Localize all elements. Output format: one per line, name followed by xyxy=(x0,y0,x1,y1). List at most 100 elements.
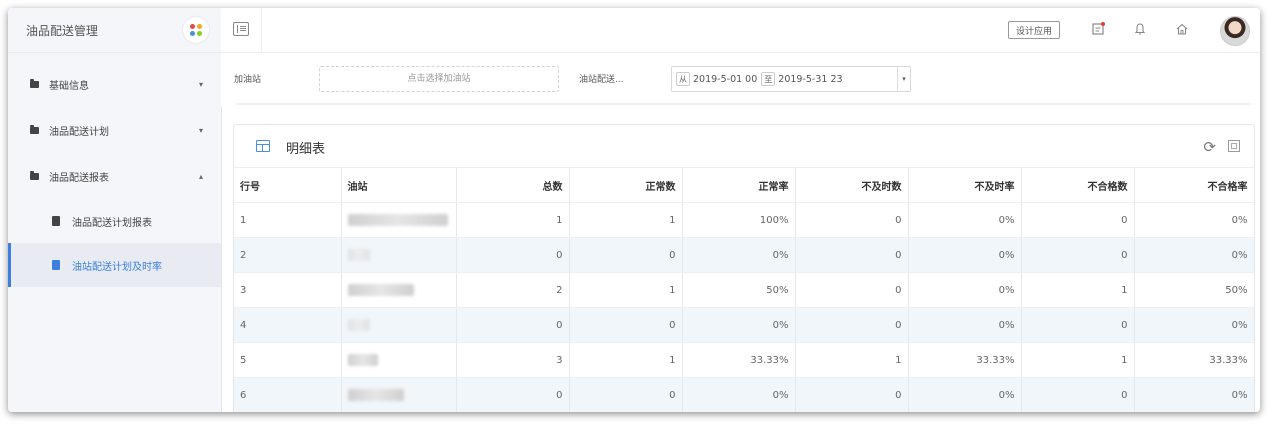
table-row[interactable]: 4 0 0 0% 0 0% 0 0% xyxy=(234,307,1254,343)
station-name-redacted xyxy=(341,272,457,308)
table-cell: 100% xyxy=(682,202,796,238)
divider xyxy=(261,8,262,52)
table-cell: 4 xyxy=(234,307,342,343)
table-cell: 0% xyxy=(682,237,796,273)
sidebar-subitem-plan-report[interactable]: 油品配送计划报表 xyxy=(8,199,221,243)
table-cell: 0 xyxy=(795,237,909,273)
column-header[interactable]: 不及时数 xyxy=(795,168,909,203)
sidebar-header: 油品配送管理 xyxy=(8,8,221,53)
sidebar-subitem-label: 油站配送计划及时率 xyxy=(72,261,162,273)
table-row[interactable]: 6 0 0 0% 0 0% 0 0% xyxy=(234,377,1254,412)
table-cell: 0% xyxy=(682,377,796,412)
table-cell: 0% xyxy=(682,307,796,343)
app-title: 油品配送管理 xyxy=(26,23,99,38)
table-cell: 3 xyxy=(456,342,570,378)
chevron-up-icon: ▴ xyxy=(198,171,203,181)
chevron-down-icon: ▾ xyxy=(198,79,203,89)
top-bar: 设计应用 xyxy=(221,8,1260,53)
column-header[interactable]: 油站 xyxy=(341,168,457,203)
design-app-button[interactable]: 设计应用 xyxy=(1007,21,1060,39)
station-select-input[interactable]: 点击选择加油站 xyxy=(319,66,559,92)
home-icon[interactable] xyxy=(1174,22,1190,38)
panel-header: 明细表 ⟳ xyxy=(234,125,1254,168)
sidebar-item-delivery-report[interactable]: 油品配送报表 ▴ xyxy=(8,153,221,199)
refresh-icon[interactable]: ⟳ xyxy=(1203,138,1216,156)
table-cell: 0 xyxy=(795,202,909,238)
table-cell: 0 xyxy=(569,237,683,273)
sidebar-menu: 基础信息 ▾ 油品配送计划 ▾ 油品配送报表 ▴ 油品配送计划报表 油站配送计划… xyxy=(8,53,221,287)
sidebar-subitem-timeliness-rate[interactable]: 油站配送计划及时率 xyxy=(8,243,221,287)
table-cell: 0 xyxy=(569,307,683,343)
from-tag: 从 xyxy=(676,72,690,86)
chevron-down-icon[interactable]: ▾ xyxy=(897,67,910,91)
table-cell: 0 xyxy=(456,377,570,412)
table-row[interactable]: 1 1 1 100% 0 0% 0 0% xyxy=(234,202,1254,238)
table-cell: 50% xyxy=(682,272,796,308)
report-icon xyxy=(52,216,60,226)
table-cell: 3 xyxy=(234,272,342,308)
table-header-row: 行号 油站 总数 正常数 正常率 不及时数 不及时率 不合格数 不合格率 xyxy=(234,168,1254,203)
folder-icon xyxy=(30,124,39,134)
detail-table-panel: 明细表 ⟳ 行号 油站 总数 正常数 正常率 不及时数 不及时率 不合格数 不合… xyxy=(233,124,1255,412)
sidebar-item-basic-info[interactable]: 基础信息 ▾ xyxy=(8,61,221,107)
date-range-label: 油站配送... xyxy=(579,75,624,85)
station-name-redacted xyxy=(341,237,457,273)
sidebar-item-label: 基础信息 xyxy=(49,80,89,92)
fullscreen-icon[interactable] xyxy=(1228,140,1240,152)
divider xyxy=(236,103,1250,105)
table-cell: 33.33% xyxy=(682,342,796,378)
sidebar-item-label: 油品配送计划 xyxy=(49,126,109,138)
sidebar: 油品配送管理 基础信息 ▾ 油品配送计划 ▾ 油品配送报表 ▴ 油品配送计划报表… xyxy=(8,8,222,412)
sidebar-item-delivery-plan[interactable]: 油品配送计划 ▾ xyxy=(8,107,221,153)
table-cell: 0 xyxy=(569,377,683,412)
station-label: 加油站 xyxy=(234,75,262,85)
table-cell: 0 xyxy=(1021,377,1135,412)
table-cell: 0 xyxy=(456,237,570,273)
table-cell: 0% xyxy=(908,202,1022,238)
sidebar-subitem-label: 油品配送计划报表 xyxy=(72,217,152,229)
table-cell: 1 xyxy=(569,272,683,308)
notification-board-icon[interactable] xyxy=(1090,22,1106,38)
column-header[interactable]: 正常率 xyxy=(682,168,796,203)
column-header[interactable]: 不合格率 xyxy=(1134,168,1254,203)
table-cell: 2 xyxy=(234,237,342,273)
table-cell: 0 xyxy=(1021,237,1135,273)
table-cell: 1 xyxy=(1021,342,1135,378)
bell-icon[interactable] xyxy=(1132,22,1148,38)
detail-table: 行号 油站 总数 正常数 正常率 不及时数 不及时率 不合格数 不合格率 1 1… xyxy=(234,168,1254,412)
table-cell: 33.33% xyxy=(908,342,1022,378)
table-row[interactable]: 5 3 1 33.33% 1 33.33% 1 33.33% xyxy=(234,342,1254,378)
column-header[interactable]: 不及时率 xyxy=(908,168,1022,203)
panel-title: 明细表 xyxy=(286,142,326,157)
column-header[interactable]: 正常数 xyxy=(569,168,683,203)
sidebar-toggle-icon[interactable] xyxy=(233,22,249,36)
column-header[interactable]: 总数 xyxy=(456,168,570,203)
column-header[interactable]: 行号 xyxy=(234,168,342,203)
table-cell: 1 xyxy=(795,342,909,378)
report-icon xyxy=(52,260,60,270)
table-cell: 1 xyxy=(456,202,570,238)
to-date-value[interactable]: 2019-5-31 23 xyxy=(778,74,842,85)
filter-bar: 加油站 点击选择加油站 油站配送... 从 2019-5-01 00 至 201… xyxy=(221,53,1260,107)
station-name-redacted xyxy=(341,342,457,378)
to-tag: 至 xyxy=(761,72,776,86)
column-header[interactable]: 不合格数 xyxy=(1021,168,1135,203)
table-cell: 1 xyxy=(1021,272,1135,308)
from-date-value[interactable]: 2019-5-01 00 xyxy=(693,74,757,85)
sidebar-item-label: 油品配送报表 xyxy=(49,172,109,184)
table-cell: 1 xyxy=(234,202,342,238)
table-cell: 33.33% xyxy=(1134,342,1254,378)
table-cell: 0 xyxy=(1021,307,1135,343)
date-range-picker[interactable]: 从 2019-5-01 00 至 2019-5-31 23 ▾ xyxy=(671,66,911,92)
app-grid-icon[interactable] xyxy=(183,17,209,43)
table-row[interactable]: 2 0 0 0% 0 0% 0 0% xyxy=(234,237,1254,273)
table-cell: 0% xyxy=(908,377,1022,412)
table-icon xyxy=(256,140,270,152)
station-name-redacted xyxy=(341,377,457,412)
table-row[interactable]: 3 2 1 50% 0 0% 1 50% xyxy=(234,272,1254,308)
unread-dot xyxy=(1101,22,1105,26)
table-cell: 2 xyxy=(456,272,570,308)
user-avatar[interactable] xyxy=(1220,16,1250,46)
table-cell: 1 xyxy=(569,342,683,378)
table-cell: 0% xyxy=(1134,307,1254,343)
